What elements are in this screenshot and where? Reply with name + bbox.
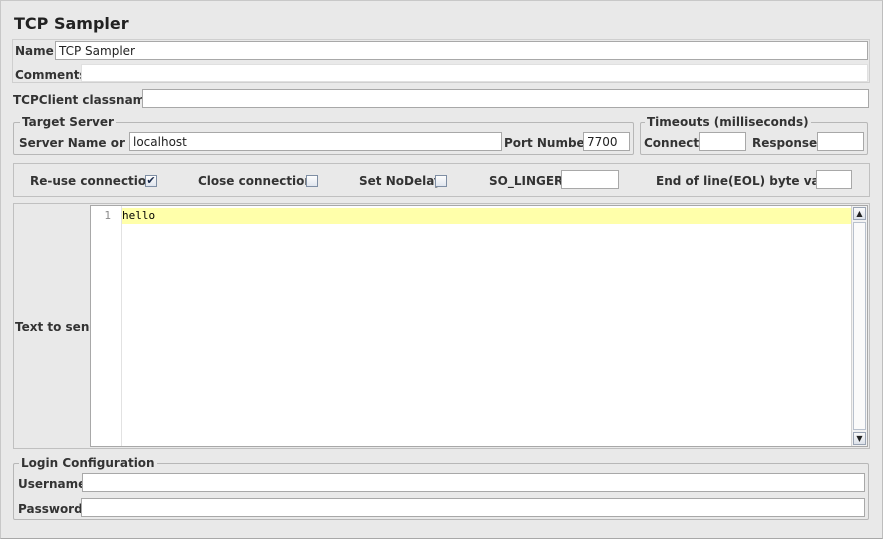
- timeouts-legend: Timeouts (milliseconds): [645, 115, 811, 129]
- password-label: Password: [18, 502, 83, 516]
- classname-label: TCPClient classname:: [13, 93, 159, 107]
- target-server-legend: Target Server: [20, 115, 116, 129]
- username-field[interactable]: [82, 473, 865, 492]
- check-icon: ✔: [146, 174, 156, 187]
- name-field[interactable]: TCP Sampler: [55, 41, 868, 60]
- set-nodelay-checkbox[interactable]: [435, 175, 447, 187]
- line-number-gutter: 1: [91, 206, 122, 446]
- close-connection-label: Close connection: [198, 174, 313, 188]
- response-timeout-field[interactable]: [817, 132, 864, 151]
- eol-byte-field[interactable]: [816, 170, 852, 189]
- scrollbar-thumb[interactable]: [853, 222, 866, 430]
- password-field[interactable]: [81, 498, 865, 517]
- server-label: Server Name or IP:: [19, 136, 148, 150]
- editor-content[interactable]: hello: [122, 209, 155, 222]
- classname-field[interactable]: [142, 89, 869, 108]
- comments-label: Comments:: [15, 68, 92, 82]
- port-field[interactable]: 7700: [583, 132, 630, 151]
- username-label: Username: [18, 477, 87, 491]
- current-line-highlight: [122, 208, 851, 224]
- text-to-send-label: Text to send: [15, 320, 98, 334]
- so-linger-field[interactable]: [561, 170, 619, 189]
- page-title: TCP Sampler: [14, 14, 129, 33]
- reuse-connection-label: Re-use connection: [30, 174, 155, 188]
- reuse-connection-checkbox[interactable]: ✔: [145, 175, 157, 187]
- set-nodelay-label: Set NoDelay: [359, 174, 442, 188]
- so-linger-label: SO_LINGER:: [489, 174, 569, 188]
- line-number: 1: [104, 209, 111, 222]
- arrow-up-icon[interactable]: ▲: [853, 207, 866, 220]
- response-label: Response:: [752, 136, 822, 150]
- connect-label: Connect:: [644, 136, 704, 150]
- name-label: Name:: [15, 44, 59, 58]
- port-label: Port Number:: [504, 136, 596, 150]
- sampler-panel: TCP Sampler Name: TCP Sampler Comments: …: [0, 0, 883, 539]
- server-field[interactable]: localhost: [129, 132, 502, 151]
- connect-timeout-field[interactable]: [699, 132, 746, 151]
- close-connection-checkbox[interactable]: [306, 175, 318, 187]
- vertical-scrollbar[interactable]: ▲ ▼: [851, 206, 867, 446]
- login-configuration-legend: Login Configuration: [19, 456, 157, 470]
- text-to-send-editor[interactable]: 1 hello ▲ ▼: [90, 205, 868, 447]
- arrow-down-icon[interactable]: ▼: [853, 432, 866, 445]
- comments-field[interactable]: [81, 64, 868, 82]
